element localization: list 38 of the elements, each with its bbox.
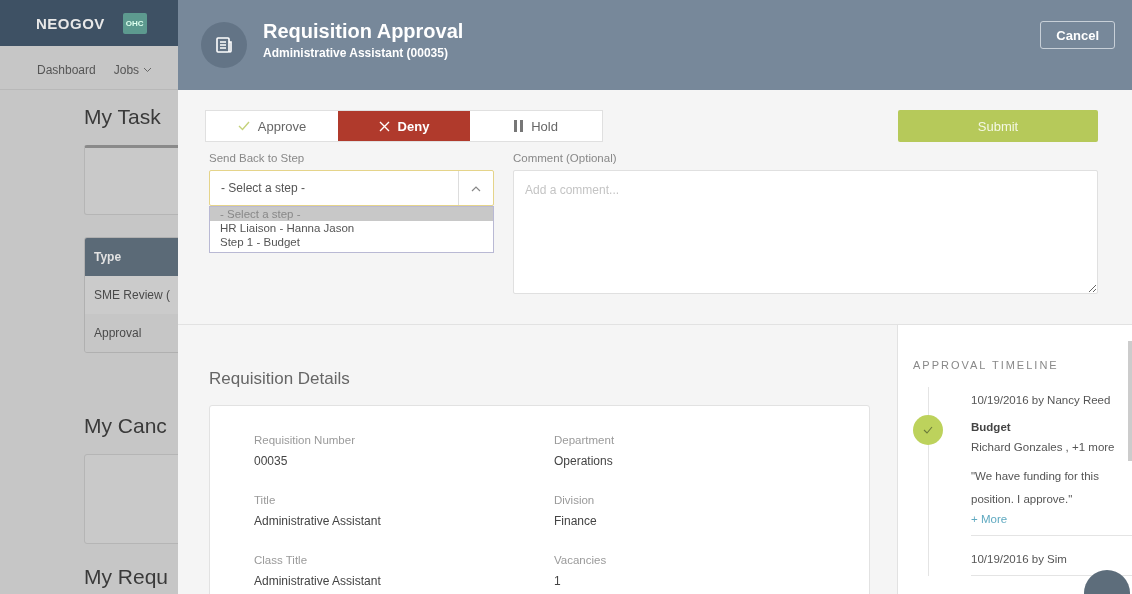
field-label: Comment (Optional) (513, 152, 618, 164)
section-heading: My Canc (84, 413, 168, 439)
dialog-subtitle: Administrative Assistant (00035) (263, 46, 449, 60)
brand-logo[interactable]: NEOGOV (36, 14, 105, 32)
nav-link[interactable]: Jobs (113, 63, 153, 77)
field-label: Title (254, 494, 277, 506)
field-value: Operations (554, 454, 614, 468)
entry-date: 10/19/2016 by Sim (971, 552, 1068, 565)
nav-link[interactable]: Dashboard (37, 63, 96, 77)
entry-comment: "We have funding for this position. I approve." (971, 469, 1100, 507)
section-heading: My Requ (84, 564, 170, 590)
field-value: 1 (554, 574, 562, 588)
comment-field[interactable]: Add a comment... (513, 170, 1098, 294)
dropdown-option[interactable]: Step 1 - Budget (210, 235, 493, 249)
table-cell: SME Review ( (85, 276, 178, 314)
section-heading: My Task (84, 104, 162, 130)
field-label: Vacancies (554, 554, 608, 566)
field-value: Administrative Assistant (254, 514, 382, 528)
field-value: Finance (554, 514, 598, 528)
dialog-title: Requisition Approval (263, 20, 465, 43)
field-label: Class Title (254, 554, 309, 566)
org-badge: OHC (122, 12, 147, 34)
dropdown-option[interactable]: HR Liaison - Hanna Jason (210, 221, 493, 235)
entry-step: Budget (971, 421, 1132, 433)
field-label: Department (554, 434, 616, 446)
entry-date: 10/19/2016 by Nancy Reed (971, 393, 1112, 406)
decision-tab[interactable]: Deny (338, 111, 470, 141)
section-heading: Requisition Details (209, 369, 351, 389)
field-value: Administrative Assistant (254, 574, 382, 588)
field-value: 00035 (254, 454, 289, 468)
field-label: Division (554, 494, 596, 506)
step-select[interactable]: - Select a step - (209, 170, 494, 206)
cancel-button[interactable]: Cancel (1040, 21, 1115, 49)
entry-approvers: Richard Gonzales , +1 more (971, 441, 1116, 453)
timeline-heading: APPROVAL TIMELINE (913, 359, 1060, 371)
field-label: Requisition Number (254, 434, 356, 446)
table-header: Type (85, 238, 178, 276)
field-label: Send Back to Step (209, 152, 306, 164)
